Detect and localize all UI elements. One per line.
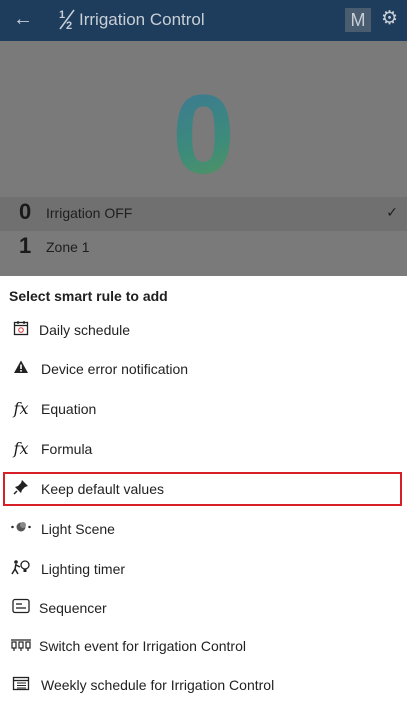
back-arrow-icon[interactable]: ← xyxy=(12,8,34,30)
svg-text:2: 2 xyxy=(66,20,72,31)
option-row-irrigation-off[interactable]: 0 Irrigation OFF ✓ xyxy=(0,197,407,231)
selection-highlight xyxy=(3,472,402,506)
lighting-timer-icon xyxy=(10,559,32,579)
sheet-title: Select smart rule to add xyxy=(9,288,168,304)
rule-sequencer[interactable]: Sequencer xyxy=(0,589,407,627)
rule-label: Light Scene xyxy=(41,521,115,537)
option-number: 0 xyxy=(19,199,32,224)
app-bar: ← 1 2 Irrigation Control M ⚙ xyxy=(0,0,407,41)
rule-weekly-schedule[interactable]: Weekly schedule for Irrigation Control xyxy=(0,666,407,703)
rule-label: Switch event for Irrigation Control xyxy=(39,638,246,654)
rule-equation[interactable]: 𝑓x Equation xyxy=(0,390,407,428)
rule-formula[interactable]: 𝑓x Formula xyxy=(0,430,407,468)
fx-icon: 𝑓x xyxy=(13,439,29,458)
option-label: Irrigation OFF xyxy=(46,205,133,221)
smart-rule-sheet: Select smart rule to add Daily schedule … xyxy=(0,276,407,703)
rule-label: Weekly schedule for Irrigation Control xyxy=(41,677,275,693)
option-label: Zone 1 xyxy=(46,239,90,255)
rule-label: Lighting timer xyxy=(41,561,126,577)
rule-daily-schedule[interactable]: Daily schedule xyxy=(0,311,407,349)
option-number: 1 xyxy=(19,233,32,258)
page-title: Irrigation Control xyxy=(79,10,205,29)
rule-label: Device error notification xyxy=(41,361,189,377)
rule-device-error-notification[interactable]: Device error notification xyxy=(0,350,407,388)
rule-switch-event[interactable]: Switch event for Irrigation Control xyxy=(0,627,407,665)
check-icon: ✓ xyxy=(386,204,398,220)
rule-label: Daily schedule xyxy=(39,322,131,338)
fx-icon: 𝑓x xyxy=(13,399,29,418)
switch-event-icon xyxy=(10,636,32,656)
gear-icon[interactable]: ⚙ xyxy=(381,8,401,30)
option-row-zone-1[interactable]: 1 Zone 1 xyxy=(0,231,407,265)
svg-text:1: 1 xyxy=(59,9,65,21)
warning-icon xyxy=(10,359,32,379)
rule-label: Sequencer xyxy=(39,600,107,616)
mode-badge[interactable]: M xyxy=(345,8,371,32)
calendar-icon xyxy=(10,320,32,340)
rule-lighting-timer[interactable]: Lighting timer xyxy=(0,550,407,588)
weekly-calendar-icon xyxy=(10,675,32,695)
sequencer-icon xyxy=(10,598,32,618)
rule-light-scene[interactable]: Light Scene xyxy=(0,510,407,548)
light-scene-icon xyxy=(10,519,32,539)
current-value: 0 xyxy=(0,79,407,191)
dimmed-content: 0 0 Irrigation OFF ✓ 1 Zone 1 xyxy=(0,41,407,276)
rule-label: Equation xyxy=(41,401,97,417)
device-icon: 1 2 xyxy=(58,7,78,33)
rule-label: Formula xyxy=(41,441,93,457)
